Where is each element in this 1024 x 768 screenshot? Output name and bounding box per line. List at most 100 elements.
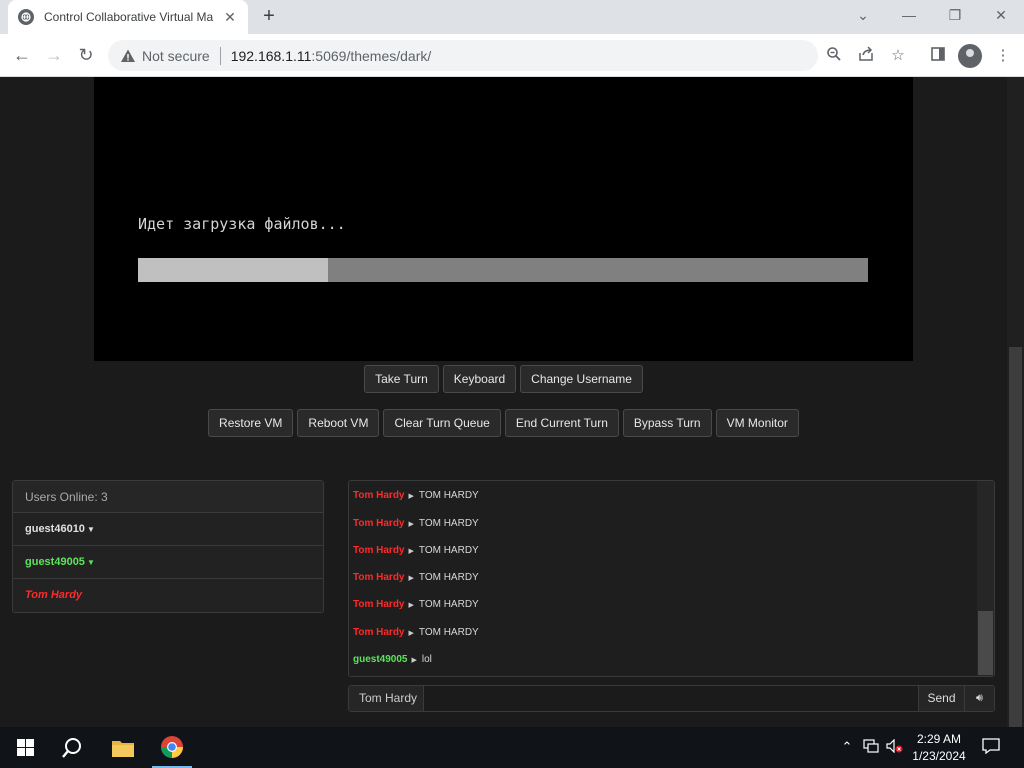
tab-title: Control Collaborative Virtual Ma [44,10,214,24]
user-name: guest46010 [25,523,85,535]
share-icon[interactable] [856,46,876,66]
page-content: Идет загрузка файлов... Take Turn Keyboa… [0,77,1024,727]
url-path: :5069/themes/dark/ [311,47,432,64]
restore-vm-button[interactable]: Restore VM [208,409,294,437]
dropdown-caret-icon: ▼ [86,525,95,534]
user-name: Tom Hardy [25,589,83,601]
chat-scrollbar[interactable] [977,481,994,676]
tab-search-chevron-icon[interactable]: ⌄ [853,5,873,25]
kebab-menu-icon[interactable]: ⋮ [993,46,1013,66]
chrome-icon[interactable] [152,727,192,768]
chat-message-user[interactable]: Tom Hardy [353,572,405,583]
url-text[interactable]: 192.168.1.11:5069/themes/dark/ [231,48,432,64]
address-separator [219,46,221,65]
chat-message: Tom Hardy ▶ TOM HARDY [353,545,479,556]
page-scrollbar[interactable] [1007,77,1024,727]
chat-message-text: TOM HARDY [418,627,479,638]
message-arrow-icon: ▶ [408,547,414,555]
users-online-panel: Users Online: 3 guest46010 ▼ guest49005 ▼ … [12,480,324,613]
clock-date: 1/23/2024 [912,749,966,763]
message-arrow-icon: ▶ [408,520,414,528]
chat-scroll-thumb[interactable] [978,611,993,675]
message-arrow-icon: ▶ [408,574,414,582]
chat-message: Tom Hardy ▶ TOM HARDY [353,599,479,610]
notification-icon[interactable] [982,738,1000,757]
chat-input-bar: Tom Hardy Send 🔊︎ [348,685,995,712]
vm-display[interactable]: Идет загрузка файлов... [94,77,913,361]
chat-message-user[interactable]: Tom Hardy [353,545,405,556]
user-list-item[interactable]: guest49005 ▼ [13,546,323,579]
vm-loading-text: Идет загрузка файлов... [138,215,346,233]
message-arrow-icon: ▶ [408,601,414,609]
user-name: guest49005 [25,556,85,568]
reload-icon[interactable]: ↻ [74,43,98,67]
chat-message-user[interactable]: Tom Hardy [353,518,405,529]
user-list-item[interactable]: guest46010 ▼ [13,513,323,546]
chat-message-user[interactable]: Tom Hardy [353,599,405,610]
end-current-turn-button[interactable]: End Current Turn [504,409,619,437]
new-tab-button[interactable]: + [258,6,280,28]
vm-progress-bar [138,258,868,282]
speaker-icon[interactable]: 🔊︎ [964,686,994,711]
chat-message-text: TOM HARDY [418,518,479,529]
side-panel-icon[interactable] [928,46,948,66]
message-arrow-icon: ▶ [411,656,417,664]
user-list-item[interactable]: Tom Hardy [13,579,323,612]
chat-username-label: Tom Hardy [349,686,424,711]
dropdown-caret-icon: ▼ [86,558,95,567]
chat-message-text: lol [421,654,432,665]
page-scroll-thumb[interactable] [1009,347,1022,727]
users-online-header: Users Online: 3 [13,481,323,513]
message-arrow-icon: ▶ [408,629,414,637]
vm-progress-fill [138,258,328,282]
chat-message: Tom Hardy ▶ TOM HARDY [353,627,479,638]
windows-taskbar: ⌃ 2:29 AM 1/23/2024 [0,727,1024,768]
back-arrow-icon[interactable]: ← [10,43,34,67]
keyboard-button[interactable]: Keyboard [442,365,517,393]
chat-message-text: TOM HARDY [418,599,479,610]
tab-close-icon[interactable]: ✕ [222,9,238,26]
search-icon[interactable] [56,727,88,768]
chat-message: Tom Hardy ▶ TOM HARDY [353,518,479,529]
chat-message-user[interactable]: guest49005 [353,654,407,665]
chevron-up-icon[interactable]: ⌃ [838,739,856,755]
clear-turn-queue-button[interactable]: Clear Turn Queue [383,409,501,437]
address-bar[interactable]: Not secure 192.168.1.11:5069/themes/dark… [108,40,818,71]
taskbar-clock[interactable]: 2:29 AM 1/23/2024 [908,731,970,765]
volume-muted-icon[interactable] [886,738,904,756]
take-turn-button[interactable]: Take Turn [364,365,439,393]
forward-arrow-icon[interactable]: → [42,43,66,67]
chat-message: Tom Hardy ▶ TOM HARDY [353,572,479,583]
chat-message-text: TOM HARDY [418,572,479,583]
file-explorer-icon[interactable] [106,727,140,768]
vm-monitor-button[interactable]: VM Monitor [715,409,799,437]
chat-message-text: TOM HARDY [418,490,479,501]
clock-time: 2:29 AM [916,732,962,746]
chat-log[interactable]: Tom Hardy ▶ TOM HARDY Tom Hardy ▶ TOM HARDY To… [348,480,995,677]
chat-message: guest49005 ▶ lol [353,654,432,665]
close-window-icon[interactable]: ✕ [991,5,1011,25]
chat-message: Tom Hardy ▶ TOM HARDY [353,490,479,501]
chat-message-user[interactable]: Tom Hardy [353,490,405,501]
change-username-button[interactable]: Change Username [520,365,643,393]
bookmark-star-icon[interactable]: ☆ [888,46,908,66]
chat-message-input[interactable] [424,686,918,711]
not-secure-label[interactable]: Not secure [142,48,210,64]
send-button[interactable]: Send [918,686,964,711]
globe-icon [18,9,34,25]
browser-tab[interactable]: Control Collaborative Virtual Ma ✕ [8,0,248,34]
profile-avatar-icon[interactable] [958,44,982,68]
message-arrow-icon: ▶ [408,492,414,500]
minimize-icon[interactable]: — [899,5,919,25]
network-icon[interactable] [862,739,880,756]
chat-message-text: TOM HARDY [418,545,479,556]
bypass-turn-button[interactable]: Bypass Turn [622,409,712,437]
reboot-vm-button[interactable]: Reboot VM [297,409,380,437]
windows-start-icon[interactable] [10,727,40,768]
browser-toolbar: ← → ↻ Not secure 192.168.1.11:5069/theme… [0,34,1024,77]
zoom-icon[interactable] [824,46,844,66]
chat-message-user[interactable]: Tom Hardy [353,627,405,638]
browser-tab-strip: Control Collaborative Virtual Ma ✕ + ⌄ —… [0,0,1024,34]
warning-triangle-icon[interactable] [120,48,136,64]
restore-window-icon[interactable]: ❐ [945,5,965,25]
